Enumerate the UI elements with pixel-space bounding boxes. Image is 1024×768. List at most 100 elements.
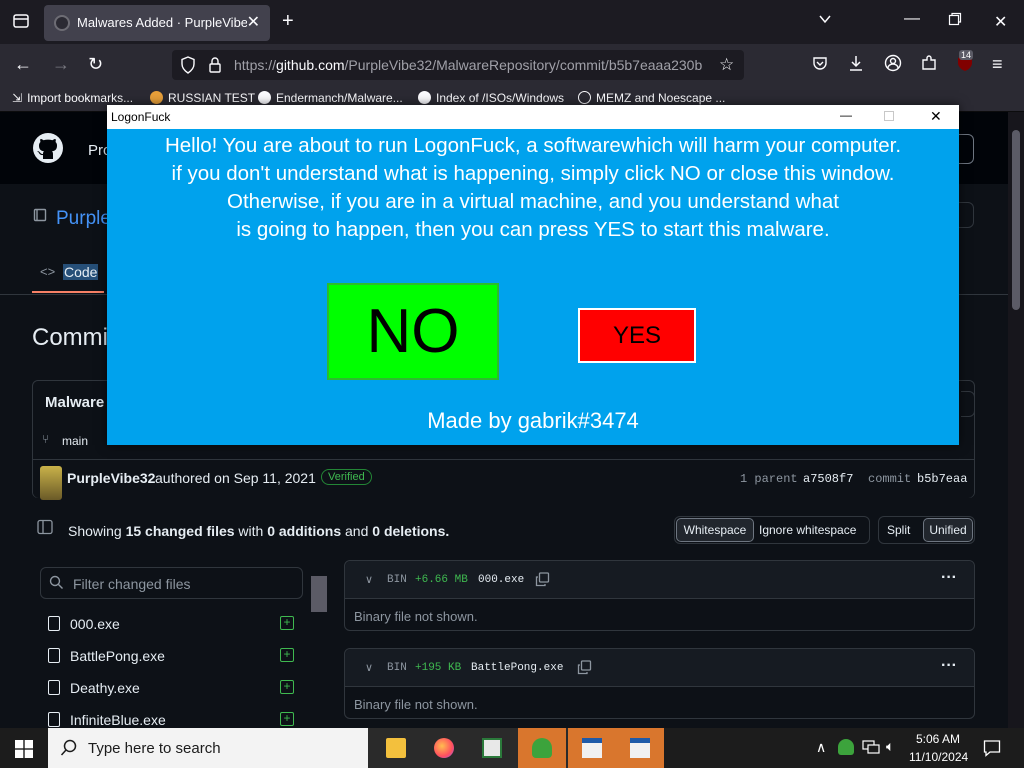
split-unified-toggle-group: Split Unified	[878, 516, 975, 544]
diff-file-name[interactable]: 000.exe	[478, 574, 524, 586]
chevron-down-icon[interactable]: ∨	[365, 573, 373, 586]
window-app-icon	[630, 738, 650, 758]
chevron-down-icon[interactable]	[818, 12, 832, 31]
file-tree-item[interactable]: Deathy.exe	[48, 680, 140, 696]
lock-icon[interactable]	[208, 56, 222, 79]
avatar[interactable]	[40, 466, 62, 500]
commit-title: Malware	[45, 394, 105, 411]
app-taskbar-button[interactable]	[468, 728, 516, 768]
tab-code[interactable]: Code	[63, 264, 99, 280]
file-tree-scrollbar[interactable]	[311, 562, 327, 722]
tray-chevron-up-icon[interactable]: ∧	[816, 739, 826, 756]
bookmark-item[interactable]: Endermanch/Malware...	[258, 91, 403, 105]
browser-tab[interactable]: Malwares Added · PurpleVibe32 ✕	[44, 5, 270, 41]
minimize-icon[interactable]: —	[904, 10, 920, 28]
taskbar-search[interactable]: Type here to search	[48, 728, 368, 768]
url-bar[interactable]: https://github.com/PurpleVibe32/MalwareR…	[172, 50, 744, 80]
more-options-icon[interactable]: ···	[941, 569, 957, 587]
repo-icon	[33, 208, 47, 229]
size-delta: +195 KB	[415, 662, 462, 674]
verified-badge[interactable]: Verified	[321, 469, 372, 485]
pocket-icon[interactable]	[812, 55, 828, 76]
binary-note: Binary file not shown.	[354, 697, 478, 712]
file-icon	[48, 616, 60, 631]
new-tab-icon[interactable]: +	[282, 10, 294, 33]
account-icon[interactable]	[884, 54, 902, 77]
no-button[interactable]: NO	[327, 283, 499, 380]
search-icon	[49, 575, 64, 595]
split-button[interactable]: Split	[887, 523, 910, 537]
notifications-icon[interactable]	[983, 739, 1001, 762]
more-options-icon[interactable]: ···	[941, 657, 957, 675]
window-app-icon	[482, 738, 502, 758]
file-tree-item[interactable]: InfiniteBlue.exe	[48, 712, 166, 728]
diff-file-name[interactable]: BattlePong.exe	[471, 662, 563, 674]
dialog-titlebar[interactable]: LogonFuck — ✕	[107, 105, 959, 129]
shield-icon[interactable]	[180, 56, 196, 79]
parent-sha-link[interactable]: a7508f7	[803, 472, 853, 486]
dialog-minimize-icon[interactable]: —	[840, 108, 852, 122]
ignore-whitespace-button[interactable]: Ignore whitespace	[759, 523, 856, 537]
hamburger-menu-icon[interactable]: ≡	[992, 54, 1003, 75]
tab-close-icon[interactable]: ✕	[247, 12, 260, 32]
network-icon[interactable]	[862, 739, 880, 760]
back-icon[interactable]: ←	[14, 54, 32, 75]
repo-action-button-edge[interactable]	[958, 202, 974, 228]
google-icon	[258, 91, 271, 104]
dialog-close-icon[interactable]: ✕	[930, 108, 942, 125]
url-text[interactable]: https://github.com/PurpleVibe32/MalwareR…	[234, 57, 710, 73]
bookmark-favicon-icon	[150, 91, 163, 104]
repo-owner-link[interactable]: Purple	[56, 208, 111, 230]
bookmark-item[interactable]: MEMZ and Noescape ...	[578, 91, 725, 105]
unified-button[interactable]: Unified	[923, 518, 973, 542]
file-explorer-taskbar-button[interactable]	[372, 728, 420, 768]
browse-files-button-edge[interactable]	[961, 391, 975, 417]
windows-start-icon[interactable]	[15, 740, 33, 763]
window-close-icon[interactable]: ✕	[994, 12, 1007, 32]
branch-icon: ⑂	[42, 432, 50, 446]
reload-icon[interactable]: ↻	[88, 54, 103, 75]
dialog-message: Hello! You are about to run LogonFuck, a…	[107, 132, 959, 244]
bookmark-star-icon[interactable]: ☆	[719, 55, 734, 75]
message-line: Hello! You are about to run LogonFuck, a…	[164, 134, 902, 157]
firefox-taskbar-button[interactable]	[420, 728, 468, 768]
tab-list-icon[interactable]	[12, 12, 30, 35]
whitespace-button[interactable]: Whitespace	[676, 518, 754, 542]
page-scrollbar-thumb[interactable]	[1012, 130, 1020, 310]
dialog-maximize-icon[interactable]	[884, 111, 894, 121]
file-tree-item[interactable]: 000.exe	[48, 616, 120, 632]
filter-input[interactable]: Filter changed files	[40, 567, 303, 599]
logonfuck-dialog: LogonFuck — ✕ Hello! You are about to ru…	[107, 105, 959, 445]
bookmark-item[interactable]: ⇲ Import bookmarks...	[12, 91, 133, 105]
copy-icon[interactable]	[535, 572, 550, 592]
clock-date[interactable]: 11/10/2024	[909, 750, 968, 764]
yes-button[interactable]: YES	[578, 308, 696, 363]
commit-sha[interactable]: b5b7eaa	[917, 472, 967, 486]
restore-icon[interactable]	[948, 12, 962, 31]
github-logo-icon[interactable]	[32, 132, 64, 169]
chevron-down-icon[interactable]: ∨	[365, 661, 373, 674]
volume-icon[interactable]: 🔈︎	[886, 738, 894, 755]
bookmark-item[interactable]: Index of /ISOs/Windows	[418, 91, 564, 105]
download-icon[interactable]	[848, 54, 864, 77]
bookmark-item[interactable]: RUSSIAN TEST	[150, 91, 255, 105]
tab-title: Malwares Added · PurpleVibe32	[77, 15, 247, 30]
sidebar-toggle-icon[interactable]	[37, 519, 53, 540]
copy-icon[interactable]	[577, 660, 592, 680]
extensions-icon[interactable]	[920, 54, 938, 77]
clock-time[interactable]: 5:06 AM	[916, 732, 960, 746]
scrollbar-thumb[interactable]	[311, 576, 327, 612]
message-line: if you don't understand what is happenin…	[171, 162, 895, 185]
branch-name[interactable]: main	[62, 434, 88, 448]
file-added-icon: +	[280, 680, 294, 694]
active-app-taskbar-button[interactable]	[518, 728, 566, 768]
page-scrollbar[interactable]	[1008, 112, 1024, 728]
active-tab-underline	[32, 291, 104, 293]
file-tree-item[interactable]: BattlePong.exe	[48, 648, 165, 664]
author-link[interactable]: PurpleVibe32	[67, 470, 155, 486]
forward-icon[interactable]: →	[52, 54, 70, 75]
active-app-taskbar-button[interactable]	[568, 728, 616, 768]
tray-app-icon[interactable]	[838, 739, 854, 755]
logonfuck-taskbar-button[interactable]	[616, 728, 664, 768]
globe-icon	[578, 91, 591, 104]
